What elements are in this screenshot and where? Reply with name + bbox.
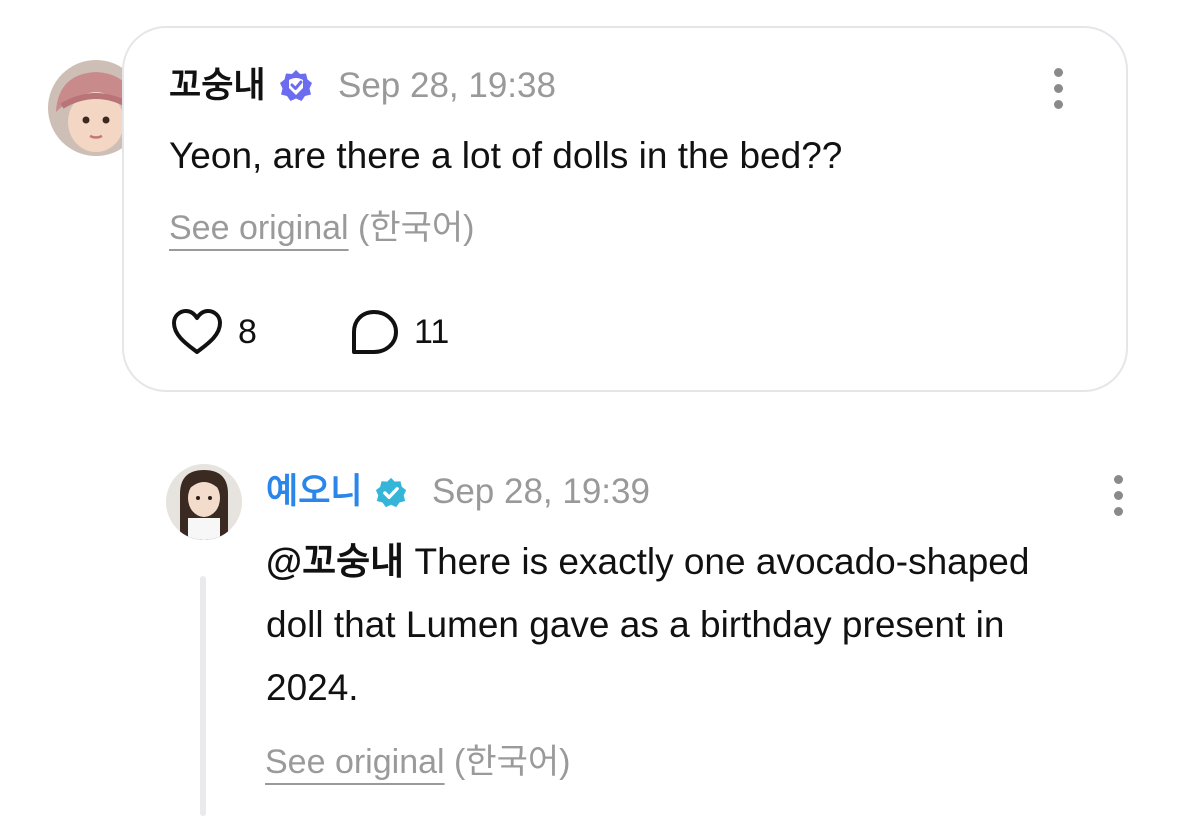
reply-mention[interactable]: @꼬숭내 xyxy=(266,541,404,582)
reply-button[interactable]: 11 xyxy=(350,308,449,356)
reply-timestamp: Sep 28, 19:39 xyxy=(432,472,650,511)
see-original-link[interactable]: See original xyxy=(265,743,445,781)
reply-avatar[interactable] xyxy=(166,464,242,540)
verified-badge-icon xyxy=(280,70,312,101)
like-button[interactable]: 8 xyxy=(170,308,257,356)
thread-line xyxy=(200,576,206,816)
original-language: (한국어) xyxy=(358,209,475,247)
original-language: (한국어) xyxy=(454,743,571,781)
verified-badge-icon xyxy=(375,477,407,508)
heart-icon xyxy=(172,309,222,354)
comment-more-icon[interactable] xyxy=(1052,68,1064,110)
comment-timestamp: Sep 28, 19:38 xyxy=(338,66,556,105)
comment-text: Yeon, are there a lot of dolls in the be… xyxy=(169,135,843,176)
reply-count: 11 xyxy=(414,313,450,351)
comment-bubble-icon xyxy=(352,310,398,354)
see-original-link[interactable]: See original xyxy=(169,209,349,247)
reply-text-block: @꼬숭내 There is exactly one avocado-shaped… xyxy=(266,530,1066,719)
comment-author[interactable]: 꼬숭내 xyxy=(169,66,266,106)
comment-see-original: See original (한국어) xyxy=(169,208,475,248)
reply-see-original: See original (한국어) xyxy=(265,742,571,782)
reply-author[interactable]: 예오니 xyxy=(266,472,363,512)
reply-more-icon[interactable] xyxy=(1112,475,1124,517)
like-count: 8 xyxy=(238,313,257,351)
